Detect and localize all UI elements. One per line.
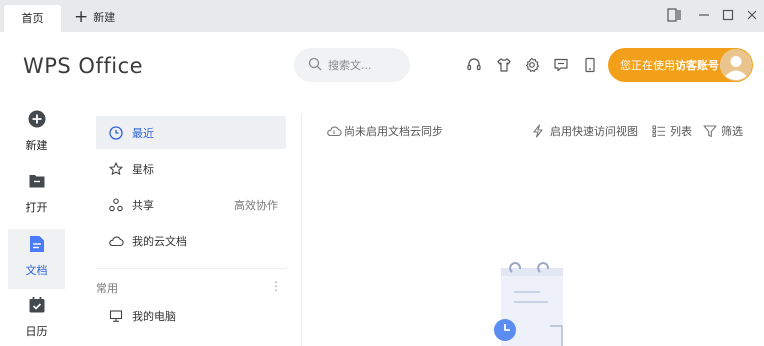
skin-shirt-icon[interactable] [496, 57, 512, 73]
star-icon [108, 161, 124, 177]
title-bar: 首页 + 新建 [0, 0, 764, 32]
account-prefix: 您正在使用 [620, 59, 675, 72]
nav-divider [96, 268, 286, 269]
document-icon [29, 235, 45, 256]
nav-item-recent[interactable]: 最近 [96, 116, 286, 149]
nav-item-label: 我的云文档 [132, 234, 187, 248]
list-view-button[interactable]: 列表 [652, 123, 692, 139]
nav-item-label: 星标 [132, 162, 154, 176]
tablet-mode-icon[interactable] [666, 7, 682, 23]
sidebar-item-label: 文档 [25, 264, 48, 277]
search-placeholder: 搜索文... [328, 59, 372, 72]
wps-logo: WPS Office [23, 54, 144, 78]
mobile-icon[interactable] [582, 57, 598, 73]
minimize-button[interactable] [696, 7, 712, 23]
sidebar-item-label: 打开 [25, 201, 48, 214]
plus-icon: + [74, 7, 89, 27]
tab-home[interactable]: 首页 [4, 5, 61, 32]
nav-item-label: 我的电脑 [132, 309, 176, 323]
sidebar-item-new[interactable]: 新建 [8, 110, 65, 166]
nav-item-cloud-docs[interactable]: 我的云文档 [96, 224, 286, 257]
settings-gear-icon[interactable] [524, 57, 540, 73]
share-icon [108, 197, 124, 213]
cloud-sync-status[interactable]: 尚未启用文档云同步 [326, 123, 443, 139]
folder-icon [28, 172, 46, 193]
search-box[interactable]: 搜索文... [294, 48, 410, 82]
avatar[interactable] [720, 49, 752, 81]
nav-item-shared[interactable]: 共享 高效协作 [96, 188, 286, 221]
section-label-common: 常用 [96, 282, 118, 295]
headset-icon[interactable] [466, 57, 482, 73]
message-icon[interactable] [553, 57, 569, 73]
sidebar-item-documents[interactable]: 文档 [8, 229, 65, 289]
cloud-sync-icon [326, 124, 342, 138]
nav-item-my-computer[interactable]: 我的电脑 [96, 299, 286, 332]
sidebar-item-open[interactable]: 打开 [8, 172, 65, 228]
nav-item-starred[interactable]: 星标 [96, 152, 286, 185]
collaboration-link[interactable]: 高效协作 [234, 197, 278, 213]
empty-notebook-illustration [492, 256, 568, 346]
quick-access-label: 启用快速访问视图 [550, 125, 638, 138]
calendar-icon [28, 296, 46, 317]
lightning-icon [532, 124, 546, 138]
search-icon [308, 57, 322, 74]
sidebar-item-label: 日历 [25, 325, 48, 338]
more-options-icon[interactable]: ⋮ [270, 279, 282, 293]
plus-circle-icon [28, 110, 46, 131]
filter-icon [703, 124, 717, 138]
filter-label: 筛选 [721, 125, 743, 138]
list-icon [652, 124, 666, 138]
quick-access-button[interactable]: 启用快速访问视图 [532, 123, 638, 139]
sidebar-item-calendar[interactable]: 日历 [8, 296, 65, 346]
cloud-icon [108, 233, 124, 249]
list-view-label: 列表 [670, 125, 692, 138]
filter-button[interactable]: 筛选 [703, 123, 743, 139]
close-button[interactable] [744, 7, 760, 23]
account-name: 访客账号 [675, 59, 719, 72]
panel-divider [301, 114, 302, 346]
clock-icon [108, 125, 124, 141]
cloud-sync-label: 尚未启用文档云同步 [344, 125, 443, 138]
new-tab-label: 新建 [93, 11, 116, 24]
sidebar-item-label: 新建 [25, 139, 48, 152]
nav-item-label: 共享 [132, 198, 154, 212]
new-tab-button[interactable]: + 新建 [74, 8, 115, 26]
account-button[interactable]: 您正在使用 访客账号 [608, 48, 753, 82]
computer-icon [108, 308, 124, 324]
nav-item-label: 最近 [132, 126, 154, 140]
maximize-button[interactable] [720, 7, 736, 23]
